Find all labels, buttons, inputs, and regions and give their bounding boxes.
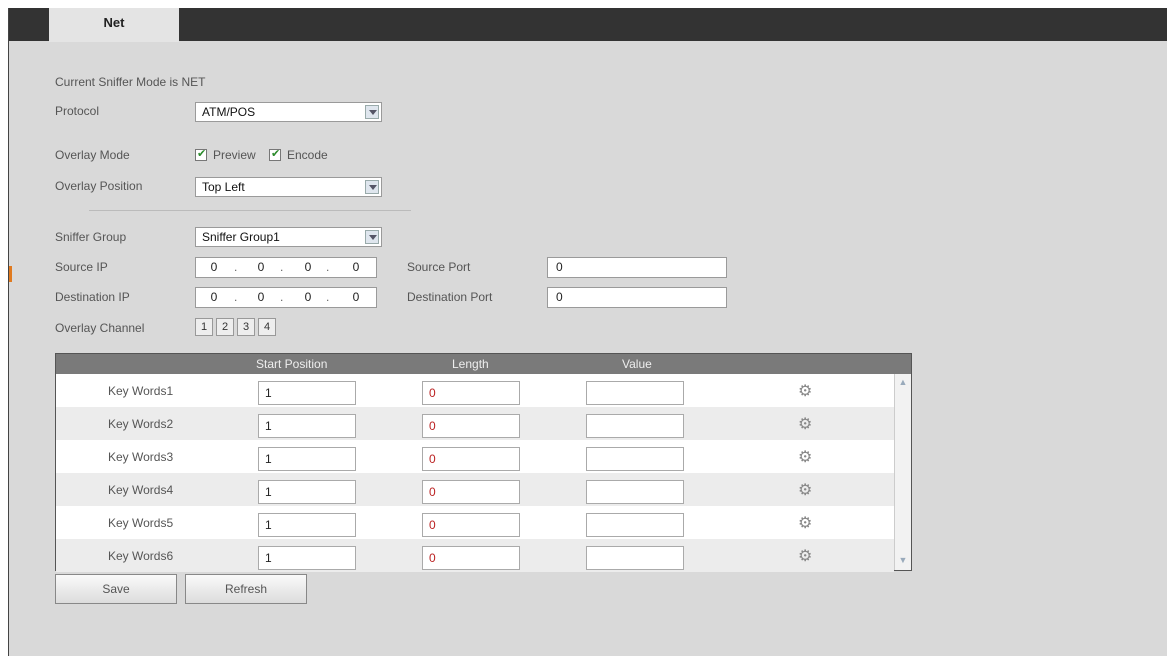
table-row: Key Words1 1 0 ⚙ xyxy=(56,374,894,407)
value-input[interactable] xyxy=(586,381,684,405)
value-input[interactable] xyxy=(586,513,684,537)
table-row: Key Words2 1 0 ⚙ xyxy=(56,407,894,440)
length-input[interactable]: 0 xyxy=(422,414,520,438)
encode-label: Encode xyxy=(287,148,328,162)
keyword-name: Key Words5 xyxy=(108,516,174,530)
start-position-input[interactable]: 1 xyxy=(258,381,356,405)
overlay-channel-label: Overlay Channel xyxy=(55,321,145,335)
sniffer-mode-text: Current Sniffer Mode is NET xyxy=(55,75,206,89)
tab-net[interactable]: Net xyxy=(49,8,179,42)
overlay-position-select[interactable]: Top Left xyxy=(195,177,382,197)
table-header: Start Position Length Value xyxy=(56,354,911,374)
sniffer-group-value: Sniffer Group1 xyxy=(202,230,280,244)
keyword-name: Key Words1 xyxy=(108,384,174,398)
source-ip-input[interactable]: 0 . 0 . 0 . 0 xyxy=(195,257,377,278)
keywords-table: Start Position Length Value Key Words1 1… xyxy=(55,353,912,572)
length-input[interactable]: 0 xyxy=(422,546,520,570)
length-input[interactable]: 0 xyxy=(422,447,520,471)
ip-dot: . xyxy=(326,260,330,274)
ip-octet: 0 xyxy=(210,290,218,304)
length-input[interactable]: 0 xyxy=(422,480,520,504)
source-ip-label: Source IP xyxy=(55,260,108,274)
channel-2-button[interactable]: 2 xyxy=(216,318,234,336)
start-position-input[interactable]: 1 xyxy=(258,480,356,504)
chevron-down-icon[interactable] xyxy=(365,105,379,119)
header-start-position: Start Position xyxy=(256,357,328,371)
table-row: Key Words3 1 0 ⚙ xyxy=(56,440,894,473)
gear-icon[interactable]: ⚙ xyxy=(798,384,812,400)
ip-octet: 0 xyxy=(352,260,360,274)
protocol-select[interactable]: ATM/POS xyxy=(195,102,382,122)
ip-octet: 0 xyxy=(257,260,265,274)
refresh-button[interactable]: Refresh xyxy=(185,574,307,604)
overlay-mode-label: Overlay Mode xyxy=(55,148,130,162)
scroll-down-icon[interactable]: ▼ xyxy=(898,555,908,565)
save-button[interactable]: Save xyxy=(55,574,177,604)
ip-dot: . xyxy=(280,290,284,304)
table-scrollbar[interactable]: ▲ ▼ xyxy=(894,374,911,570)
start-position-input[interactable]: 1 xyxy=(258,447,356,471)
table-row: Key Words4 1 0 ⚙ xyxy=(56,473,894,506)
table-row: Key Words5 1 0 ⚙ xyxy=(56,506,894,539)
divider xyxy=(89,210,411,211)
ip-dot: . xyxy=(234,290,238,304)
length-input[interactable]: 0 xyxy=(422,513,520,537)
channel-4-button[interactable]: 4 xyxy=(258,318,276,336)
sniffer-group-select[interactable]: Sniffer Group1 xyxy=(195,227,382,247)
destination-ip-label: Destination IP xyxy=(55,290,130,304)
ip-dot: . xyxy=(234,260,238,274)
keyword-name: Key Words6 xyxy=(108,549,174,563)
gear-icon[interactable]: ⚙ xyxy=(798,450,812,466)
ip-octet: 0 xyxy=(304,260,312,274)
ip-octet: 0 xyxy=(304,290,312,304)
value-input[interactable] xyxy=(586,447,684,471)
ip-dot: . xyxy=(280,260,284,274)
length-input[interactable]: 0 xyxy=(422,381,520,405)
ip-octet: 0 xyxy=(210,260,218,274)
value-input[interactable] xyxy=(586,414,684,438)
keyword-name: Key Words2 xyxy=(108,417,174,431)
value-input[interactable] xyxy=(586,480,684,504)
chevron-down-icon[interactable] xyxy=(365,180,379,194)
gear-icon[interactable]: ⚙ xyxy=(798,483,812,499)
side-marker xyxy=(9,266,12,282)
ip-dot: . xyxy=(326,290,330,304)
protocol-value: ATM/POS xyxy=(202,105,256,119)
header-length: Length xyxy=(452,357,489,371)
tab-bar: Net xyxy=(9,8,1167,42)
scroll-up-icon[interactable]: ▲ xyxy=(898,377,908,387)
chevron-down-icon[interactable] xyxy=(365,230,379,244)
header-value: Value xyxy=(622,357,652,371)
overlay-position-label: Overlay Position xyxy=(55,179,143,193)
gear-icon[interactable]: ⚙ xyxy=(798,417,812,433)
overlay-position-value: Top Left xyxy=(202,180,245,194)
gear-icon[interactable]: ⚙ xyxy=(798,549,812,565)
keyword-name: Key Words4 xyxy=(108,483,174,497)
start-position-input[interactable]: 1 xyxy=(258,513,356,537)
channel-1-button[interactable]: 1 xyxy=(195,318,213,336)
source-port-label: Source Port xyxy=(407,260,471,274)
gear-icon[interactable]: ⚙ xyxy=(798,516,812,532)
start-position-input[interactable]: 1 xyxy=(258,546,356,570)
start-position-input[interactable]: 1 xyxy=(258,414,356,438)
value-input[interactable] xyxy=(586,546,684,570)
preview-checkbox[interactable] xyxy=(195,147,207,161)
encode-checkbox[interactable] xyxy=(269,147,281,161)
sniffer-group-label: Sniffer Group xyxy=(55,230,127,244)
channel-3-button[interactable]: 3 xyxy=(237,318,255,336)
protocol-label: Protocol xyxy=(55,104,100,118)
ip-octet: 0 xyxy=(257,290,265,304)
table-row: Key Words6 1 0 ⚙ xyxy=(56,539,894,572)
ip-octet: 0 xyxy=(352,290,360,304)
destination-port-input[interactable]: 0 xyxy=(547,287,727,308)
preview-label: Preview xyxy=(213,148,256,162)
source-port-input[interactable]: 0 xyxy=(547,257,727,278)
destination-port-label: Destination Port xyxy=(407,290,493,304)
destination-ip-input[interactable]: 0 . 0 . 0 . 0 xyxy=(195,287,377,308)
net-settings-panel: Net Current Sniffer Mode is NET Protocol… xyxy=(8,8,1167,656)
keyword-name: Key Words3 xyxy=(108,450,174,464)
